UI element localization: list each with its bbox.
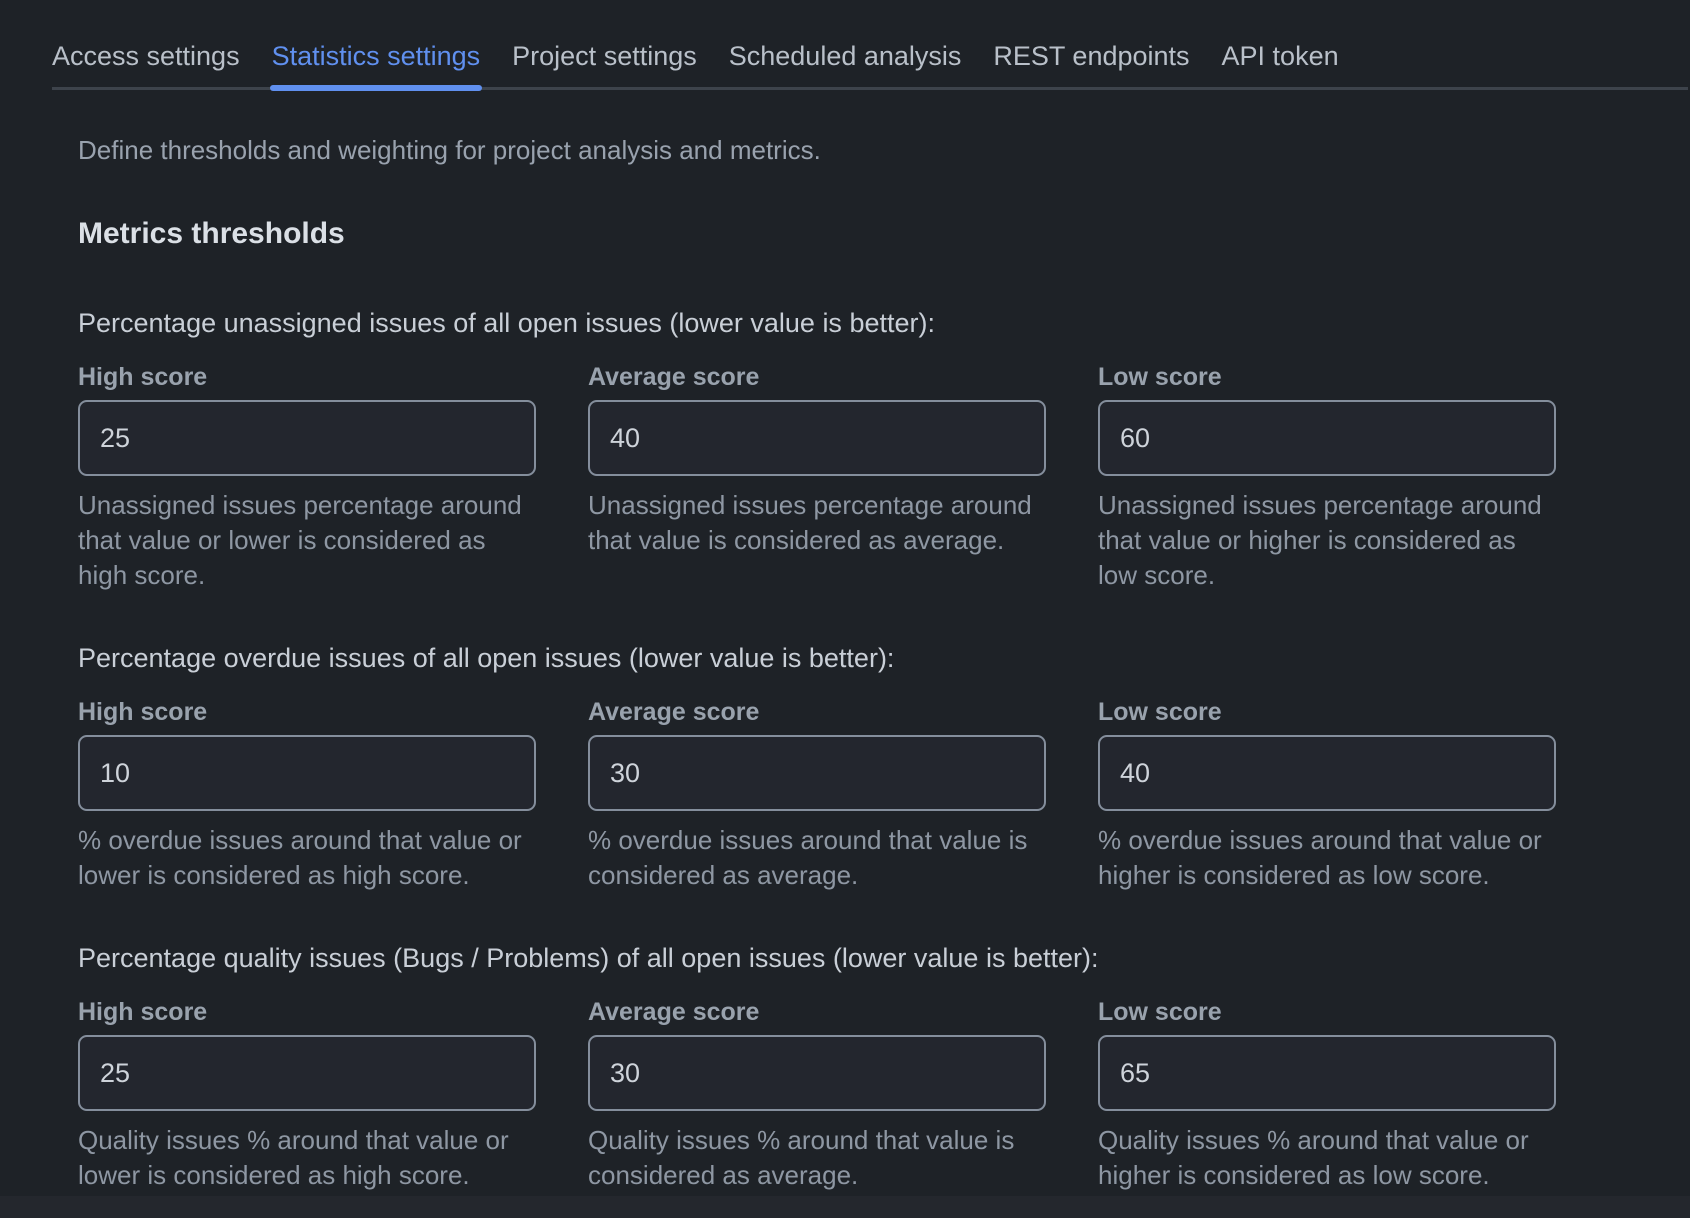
field-help-text: % overdue issues around that value or hi… — [1098, 823, 1556, 893]
field-help-text: Quality issues % around that value is co… — [588, 1123, 1046, 1193]
field-help-text: Quality issues % around that value or hi… — [1098, 1123, 1556, 1193]
tab-api-token[interactable]: API token — [1222, 42, 1339, 87]
field-high-score: High score % overdue issues around that … — [78, 699, 536, 893]
section-quality-issues: Percentage quality issues (Bugs / Proble… — [78, 941, 1556, 1193]
section-overdue-issues: Percentage overdue issues of all open is… — [78, 641, 1556, 893]
field-help-text: Unassigned issues percentage around that… — [1098, 488, 1556, 593]
threshold-grid: High score % overdue issues around that … — [78, 699, 1556, 893]
field-high-score: High score Unassigned issues percentage … — [78, 364, 536, 593]
quality-high-score-input[interactable] — [78, 1035, 536, 1111]
section-title: Percentage unassigned issues of all open… — [78, 306, 1556, 340]
field-average-score: Average score Unassigned issues percenta… — [588, 364, 1046, 593]
field-help-text: Unassigned issues percentage around that… — [78, 488, 536, 593]
unassigned-high-score-input[interactable] — [78, 400, 536, 476]
field-label: Average score — [588, 699, 1046, 726]
threshold-grid: High score Quality issues % around that … — [78, 999, 1556, 1193]
page-description: Define thresholds and weighting for proj… — [78, 134, 1556, 166]
metrics-thresholds-heading: Metrics thresholds — [78, 216, 1556, 252]
settings-content: Define thresholds and weighting for proj… — [78, 134, 1556, 1193]
quality-low-score-input[interactable] — [1098, 1035, 1556, 1111]
field-label: Low score — [1098, 999, 1556, 1026]
overdue-low-score-input[interactable] — [1098, 735, 1556, 811]
section-title: Percentage overdue issues of all open is… — [78, 641, 1556, 675]
threshold-grid: High score Unassigned issues percentage … — [78, 364, 1556, 593]
overdue-high-score-input[interactable] — [78, 735, 536, 811]
overdue-average-score-input[interactable] — [588, 735, 1046, 811]
field-label: Average score — [588, 999, 1046, 1026]
section-unassigned-issues: Percentage unassigned issues of all open… — [78, 306, 1556, 593]
field-label: Low score — [1098, 699, 1556, 726]
field-low-score: Low score Quality issues % around that v… — [1098, 999, 1556, 1193]
bottom-edge-band — [0, 1196, 1690, 1218]
field-help-text: % overdue issues around that value or lo… — [78, 823, 536, 893]
unassigned-low-score-input[interactable] — [1098, 400, 1556, 476]
field-label: High score — [78, 999, 536, 1026]
unassigned-average-score-input[interactable] — [588, 400, 1046, 476]
field-low-score: Low score Unassigned issues percentage a… — [1098, 364, 1556, 593]
field-help-text: % overdue issues around that value is co… — [588, 823, 1046, 893]
field-high-score: High score Quality issues % around that … — [78, 999, 536, 1193]
field-label: High score — [78, 364, 536, 391]
tab-access-settings[interactable]: Access settings — [52, 42, 240, 87]
settings-tabbar: Access settings Statistics settings Proj… — [52, 0, 1688, 90]
tab-statistics-settings[interactable]: Statistics settings — [272, 42, 481, 87]
tab-rest-endpoints[interactable]: REST endpoints — [993, 42, 1189, 87]
field-low-score: Low score % overdue issues around that v… — [1098, 699, 1556, 893]
statistics-settings-page: Access settings Statistics settings Proj… — [0, 0, 1690, 1218]
field-label: Low score — [1098, 364, 1556, 391]
field-average-score: Average score % overdue issues around th… — [588, 699, 1046, 893]
quality-average-score-input[interactable] — [588, 1035, 1046, 1111]
section-title: Percentage quality issues (Bugs / Proble… — [78, 941, 1556, 975]
field-label: Average score — [588, 364, 1046, 391]
field-help-text: Quality issues % around that value or lo… — [78, 1123, 536, 1193]
field-label: High score — [78, 699, 536, 726]
field-average-score: Average score Quality issues % around th… — [588, 999, 1046, 1193]
tab-project-settings[interactable]: Project settings — [512, 42, 697, 87]
tab-scheduled-analysis[interactable]: Scheduled analysis — [729, 42, 962, 87]
field-help-text: Unassigned issues percentage around that… — [588, 488, 1046, 558]
